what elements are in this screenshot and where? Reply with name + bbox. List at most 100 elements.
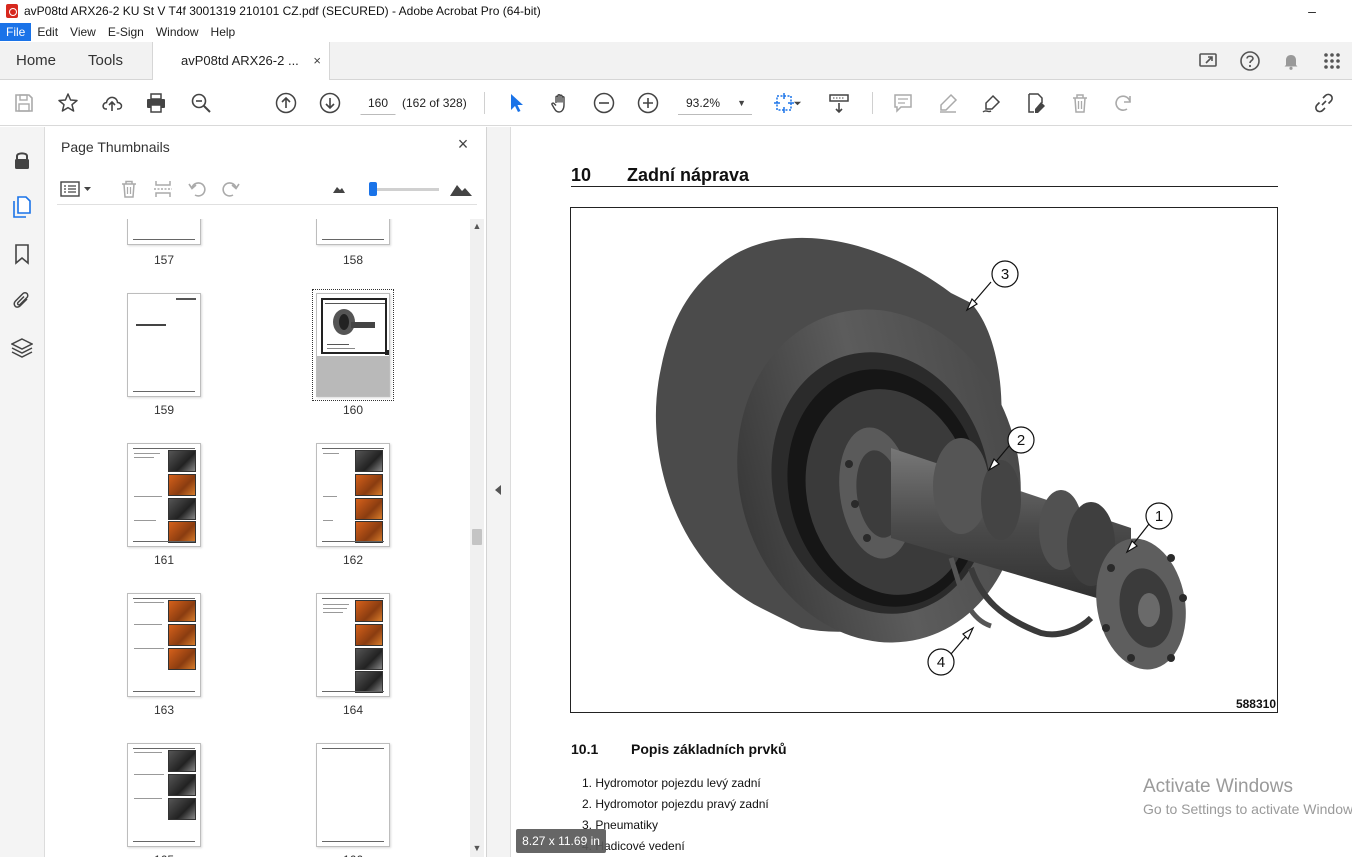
scroll-mode-icon[interactable] (825, 89, 853, 117)
page-thumbnail-label: 159 (153, 403, 175, 417)
page-thumbnail-158[interactable] (316, 219, 390, 245)
minimize-button[interactable]: – (1292, 0, 1332, 22)
extract-page-icon[interactable] (151, 177, 175, 201)
title-bar: avP08td ARX26-2 KU St V T4f 3001319 2101… (0, 0, 1352, 22)
save-icon[interactable] (10, 89, 38, 117)
section-heading: 10 Zadní náprava (571, 165, 1278, 187)
select-cursor-icon[interactable] (502, 89, 530, 117)
page-thumbnail-164[interactable] (316, 593, 390, 697)
watermark-line-1: Activate Windows (1143, 776, 1293, 797)
menu-bar: File Edit View E-Sign Window Help (0, 22, 1352, 42)
thumbnail-size-slider-handle[interactable] (369, 182, 378, 196)
delete-trash-icon[interactable] (1066, 89, 1094, 117)
share-screen-icon[interactable] (1188, 42, 1229, 80)
rotate-clockwise-icon[interactable] (219, 177, 243, 201)
page-thumbnail-165[interactable] (127, 743, 201, 847)
rear-axle-figure: 1 2 3 4 588310 (570, 207, 1278, 713)
tab-document[interactable]: avP08td ARX26-2 ... × (152, 42, 330, 81)
subsection-number: 10.1 (571, 741, 599, 757)
redo-icon[interactable] (1110, 89, 1138, 117)
panel-title: Page Thumbnails (61, 139, 170, 155)
link-share-icon[interactable] (1310, 89, 1338, 117)
page-thumbnail-label: 162 (342, 553, 364, 567)
chevron-down-icon: ▼ (737, 98, 746, 108)
attachment-paperclip-icon[interactable] (9, 288, 35, 314)
page-thumbnail-163[interactable] (127, 593, 201, 697)
notifications-bell-icon[interactable] (1270, 42, 1311, 80)
page-thumbnail-162[interactable] (316, 443, 390, 547)
previous-page-button[interactable] (272, 89, 300, 117)
scroll-down-arrow[interactable]: ▼ (470, 841, 484, 855)
left-icon-rail (0, 127, 45, 857)
menu-esign[interactable]: E-Sign (102, 23, 150, 41)
rear-axle-illustration: 1 2 3 4 (655, 237, 1187, 676)
page-thumbnail-label: 164 (342, 703, 364, 717)
thumbnail-size-slider[interactable] (369, 182, 439, 196)
edit-pdf-icon[interactable] (1022, 89, 1050, 117)
menu-edit[interactable]: Edit (31, 23, 64, 41)
watermark-line-2: Go to Settings to activate Windows. (1143, 801, 1352, 817)
toolbar-divider (484, 92, 485, 114)
subsection-title: Popis základních prvků (631, 741, 787, 757)
page-size-tooltip: 8.27 x 11.69 in (516, 829, 606, 853)
hand-tool-icon[interactable] (546, 89, 574, 117)
print-icon[interactable] (142, 89, 170, 117)
fit-page-dropdown-icon[interactable] (790, 89, 804, 117)
panel-close-button[interactable]: × (453, 135, 473, 155)
page-thumbnail-label: 160 (342, 403, 364, 417)
next-page-button[interactable] (316, 89, 344, 117)
tab-home[interactable]: Home (16, 42, 56, 80)
thumbnail-scrollbar[interactable]: ▲ ▼ (470, 219, 484, 857)
zoom-out-button[interactable] (590, 89, 618, 117)
lock-icon[interactable] (9, 147, 35, 173)
thumbnail-options-menu[interactable] (59, 177, 95, 201)
sign-pen-icon[interactable] (978, 89, 1006, 117)
page-thumbnails-icon[interactable] (9, 194, 35, 220)
apps-grid-icon[interactable] (1311, 42, 1352, 80)
menu-window[interactable]: Window (150, 23, 205, 41)
figure-code: 588310 (1235, 697, 1276, 711)
menu-help[interactable]: Help (205, 23, 242, 41)
layers-icon[interactable] (9, 335, 35, 361)
page-thumbnail-label: 166 (316, 853, 390, 857)
zoom-search-icon[interactable] (187, 89, 215, 117)
help-icon[interactable] (1229, 42, 1270, 80)
menu-view[interactable]: View (64, 23, 102, 41)
subsection-heading: 10.1 Popis základních prvků (571, 741, 787, 757)
page-thumbnails-panel: Page Thumbnails × 157 158 159 160 161 16… (45, 127, 487, 857)
star-bookmark-icon[interactable] (54, 89, 82, 117)
thumbnail-toolbar (57, 175, 477, 205)
tab-bar: Home Tools avP08td ARX26-2 ... × (0, 42, 1352, 81)
scroll-up-arrow[interactable]: ▲ (470, 219, 484, 233)
zoom-level-select[interactable]: 93.2% ▼ (678, 91, 752, 115)
page-thumbnail-160-current[interactable] (312, 289, 394, 401)
activate-windows-watermark: Activate Windows Go to Settings to activ… (1143, 776, 1352, 817)
pdf-file-icon (6, 4, 18, 18)
component-list: 1. Hydromotor pojezdu levý zadní 2. Hydr… (582, 775, 769, 857)
document-view: 10 Zadní náprava 1 2 3 4 588310 10.1 Pop… (512, 127, 1352, 857)
list-item: 3. Pneumatiky (582, 818, 659, 832)
bookmark-icon[interactable] (9, 241, 35, 267)
main-toolbar: 160 (162 of 328) 93.2% ▼ (0, 80, 1352, 126)
page-thumbnail-161[interactable] (127, 443, 201, 547)
collapse-panel-arrow-icon[interactable] (495, 485, 501, 495)
menu-file[interactable]: File (0, 23, 32, 41)
tab-close-button[interactable]: × (313, 42, 321, 80)
list-item: 1. Hydromotor pojezdu levý zadní (582, 776, 761, 790)
page-thumbnail-159[interactable] (127, 293, 201, 397)
section-title: Zadní náprava (627, 165, 750, 185)
highlight-pen-icon[interactable] (934, 89, 962, 117)
page-thumbnail-label: 157 (153, 253, 175, 267)
tab-tools[interactable]: Tools (88, 42, 123, 80)
delete-page-icon[interactable] (117, 177, 141, 201)
page-thumbnail-157[interactable] (127, 219, 201, 245)
upload-cloud-icon[interactable] (98, 89, 126, 117)
rotate-counterclockwise-icon[interactable] (185, 177, 209, 201)
zoom-in-button[interactable] (634, 89, 662, 117)
page-thumbnail-166[interactable] (316, 743, 390, 847)
scrollbar-thumb[interactable] (472, 529, 482, 545)
page-number-input[interactable]: 160 (360, 91, 396, 115)
comment-icon[interactable] (889, 89, 917, 117)
page-thumbnail-label: 161 (153, 553, 175, 567)
panel-splitter[interactable] (487, 127, 511, 857)
